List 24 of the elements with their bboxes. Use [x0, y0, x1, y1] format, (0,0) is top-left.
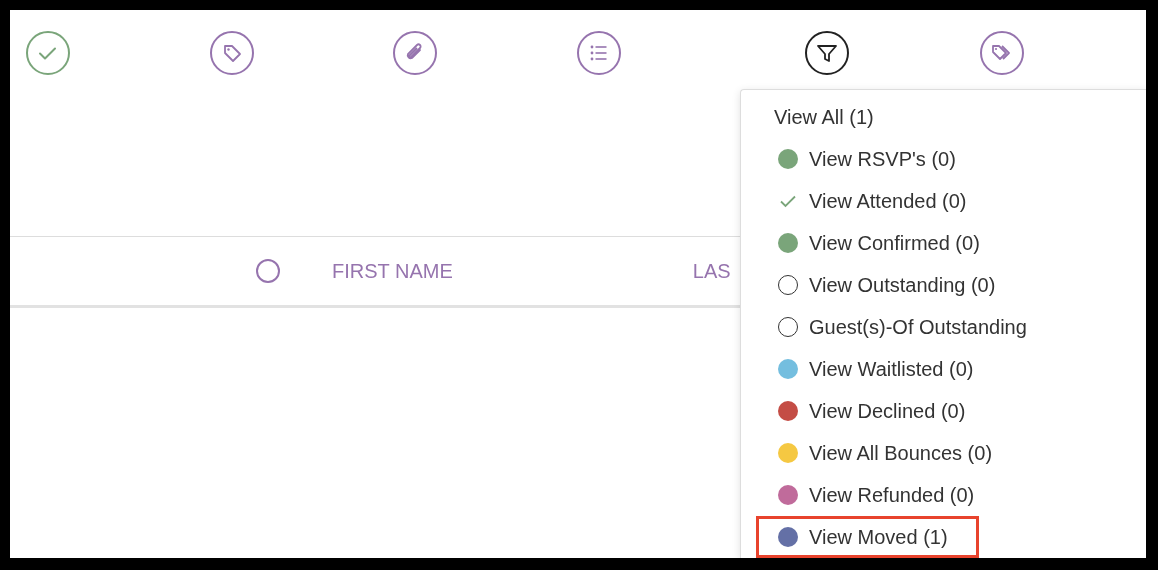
- filter-button[interactable]: [805, 31, 849, 75]
- filter-option[interactable]: View All (1): [756, 96, 905, 138]
- list-icon: [589, 43, 609, 63]
- paperclip-button[interactable]: [393, 31, 437, 75]
- filter-option[interactable]: View All Bounces (0): [756, 432, 1024, 474]
- tags-icon: [992, 43, 1012, 63]
- tag-button[interactable]: [210, 31, 254, 75]
- filter-option[interactable]: View RSVP's (0): [756, 138, 987, 180]
- filter-option[interactable]: View Confirmed (0): [756, 222, 1011, 264]
- filter-option[interactable]: View Declined (0): [756, 390, 997, 432]
- filter-option[interactable]: View Refunded (0): [756, 474, 1006, 516]
- filter-option[interactable]: Guest(s)-Of Outstanding: [756, 306, 1058, 348]
- tag-icon: [222, 43, 242, 63]
- list-button[interactable]: [577, 31, 621, 75]
- filter-option[interactable]: View Attended (0): [756, 180, 998, 222]
- filter-icon: [817, 43, 837, 63]
- filter-option[interactable]: View Outstanding (0): [756, 264, 1027, 306]
- select-all-checkbox[interactable]: [256, 259, 280, 283]
- column-header[interactable]: FIRST NAME: [332, 259, 453, 283]
- filter-option[interactable]: View Moved (1): [756, 516, 979, 558]
- filter-option[interactable]: View Waitlisted (0): [756, 348, 1005, 390]
- tags-button[interactable]: [980, 31, 1024, 75]
- column-header[interactable]: LAS: [692, 259, 731, 283]
- check-button[interactable]: [26, 31, 70, 75]
